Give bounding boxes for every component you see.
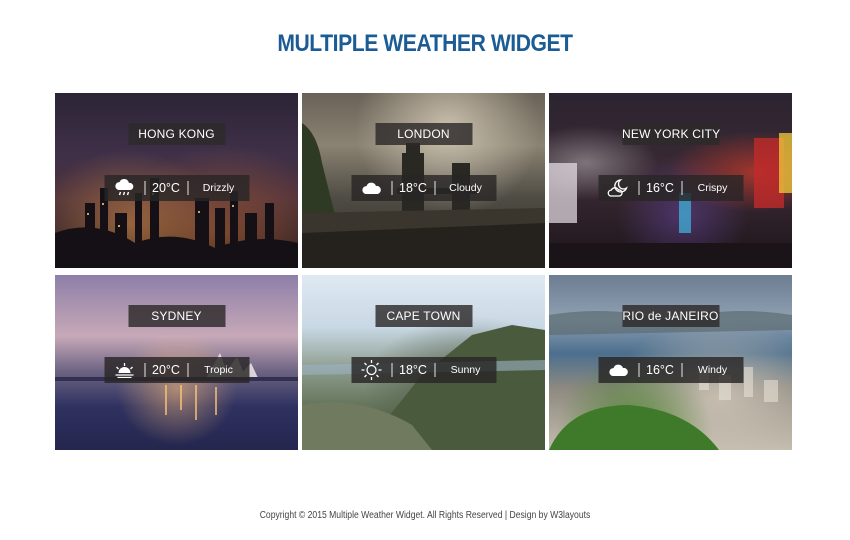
- sunrise-icon: [104, 362, 144, 378]
- weather-card-london[interactable]: LONDON 18°C Cloudy: [302, 93, 545, 268]
- cloud-icon: [598, 362, 638, 378]
- cloud-icon: [351, 180, 391, 196]
- weather-info-panel: 20°C Tropic: [104, 357, 249, 383]
- temperature: 18°C: [399, 181, 427, 195]
- condition: Windy: [697, 364, 728, 376]
- condition: Crispy: [697, 182, 728, 194]
- footer-copyright: Copyright © 2015 Multiple Weather Widget…: [259, 510, 591, 521]
- sun-icon: [351, 359, 391, 381]
- weather-card-hong-kong[interactable]: HONG KONG 20°C Drizzly: [55, 93, 298, 268]
- temperature: 16°C: [646, 181, 674, 195]
- city-name: RIO de JANEIRO: [622, 305, 719, 327]
- weather-card-sydney[interactable]: SYDNEY 20°C Tropic: [55, 275, 298, 450]
- condition: Tropic: [204, 364, 233, 376]
- page-title: MULTIPLE WEATHER WIDGET: [277, 30, 573, 57]
- weather-grid: HONG KONG 20°C Drizzly LONDON 18°C Cloud…: [55, 93, 792, 450]
- temperature: 18°C: [399, 363, 427, 377]
- weather-info-panel: 16°C Windy: [598, 357, 743, 383]
- weather-info-panel: 16°C Crispy: [598, 175, 743, 201]
- weather-card-rio-de-janeiro[interactable]: RIO de JANEIRO 16°C Windy: [549, 275, 792, 450]
- weather-info-panel: 20°C Drizzly: [104, 175, 249, 201]
- weather-info-panel: 18°C Sunny: [351, 357, 496, 383]
- moon-cloud-icon: [598, 178, 638, 198]
- weather-card-cape-town[interactable]: CAPE TOWN 18°C Sunny: [302, 275, 545, 450]
- temperature: 20°C: [152, 363, 180, 377]
- city-name: HONG KONG: [128, 123, 225, 145]
- temperature: 16°C: [646, 363, 674, 377]
- weather-info-panel: 18°C Cloudy: [351, 175, 496, 201]
- city-name: LONDON: [375, 123, 472, 145]
- city-name: CAPE TOWN: [375, 305, 472, 327]
- condition: Cloudy: [449, 182, 482, 194]
- cloud-rain-icon: [104, 179, 144, 197]
- city-name: NEW YORK CITY: [622, 123, 720, 145]
- weather-card-new-york-city[interactable]: NEW YORK CITY 16°C Crispy: [549, 93, 792, 268]
- temperature: 20°C: [152, 181, 180, 195]
- city-name: SYDNEY: [128, 305, 225, 327]
- condition: Sunny: [450, 364, 481, 376]
- condition: Drizzly: [202, 182, 235, 194]
